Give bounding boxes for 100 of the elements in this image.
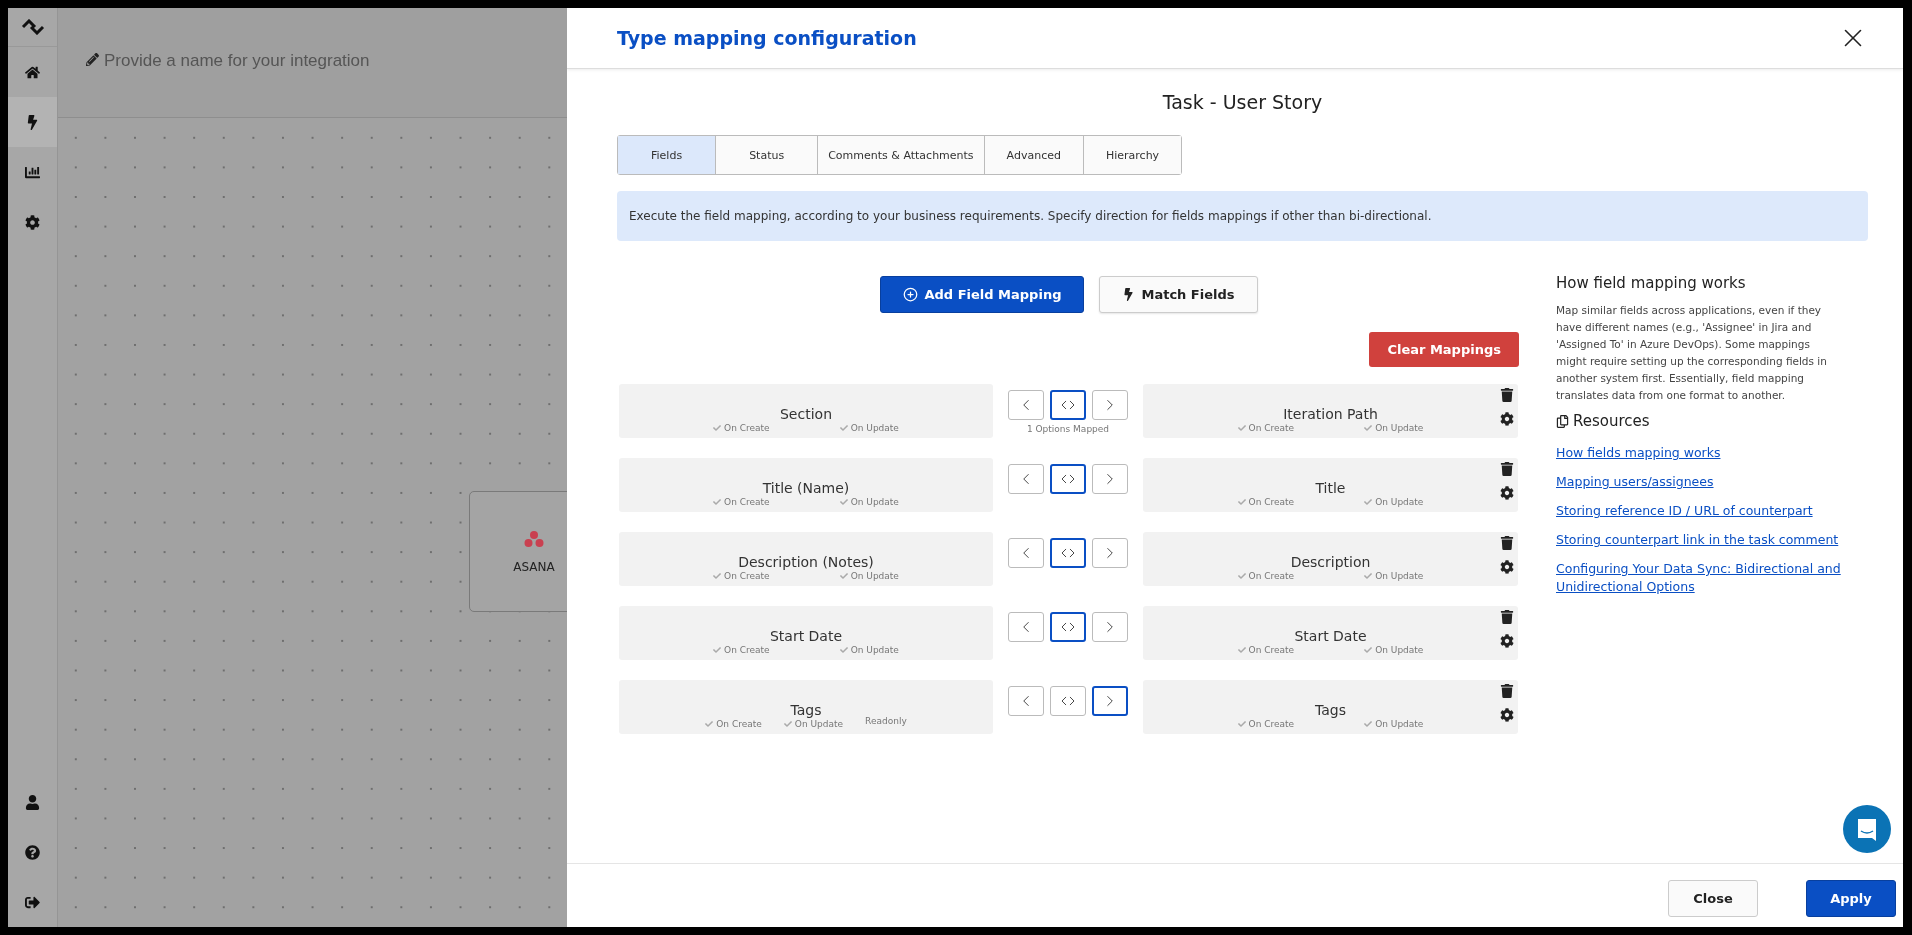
add-field-mapping-button[interactable]: Add Field Mapping (880, 276, 1085, 313)
resource-link[interactable]: How fields mapping works (1556, 444, 1859, 462)
tab[interactable]: Fields (618, 136, 717, 174)
delete-button[interactable] (1500, 610, 1514, 624)
delete-button[interactable] (1500, 462, 1514, 476)
dots-logo-icon (524, 529, 544, 548)
sidebar-item[interactable] (8, 97, 57, 147)
resource-link[interactable]: Storing reference ID / URL of counterpart (1556, 502, 1859, 520)
pencil-icon (86, 53, 99, 66)
tab[interactable]: Advanced (984, 136, 1084, 174)
field-name: Title (Name) (762, 480, 850, 496)
check-icon (783, 720, 792, 728)
check-icon (1237, 572, 1246, 580)
field-name: Tags (1315, 702, 1346, 718)
settings-button[interactable] (1500, 634, 1514, 648)
settings-icon (1500, 560, 1514, 574)
check-icon (1237, 720, 1246, 728)
settings-icon (1500, 634, 1514, 648)
delete-button[interactable] (1500, 388, 1514, 402)
check-icon (839, 572, 848, 580)
home-icon (25, 64, 40, 80)
readonly-label: Readonly (865, 716, 907, 728)
right-direction-button[interactable] (1092, 686, 1128, 716)
tab[interactable]: Comments & Attachments (818, 136, 985, 174)
settings-button[interactable] (1500, 560, 1514, 574)
close-button[interactable]: Close (1668, 880, 1758, 917)
sync-option: On Update (839, 423, 899, 433)
logout-icon (25, 894, 40, 910)
bidirectional-button[interactable] (1050, 612, 1086, 642)
bidirectional-button[interactable] (1050, 538, 1086, 568)
resource-link[interactable]: Storing counterpart link in the task comment (1556, 531, 1859, 549)
sync-option: On Create (713, 497, 770, 507)
field-name: Tags (790, 702, 822, 718)
check-icon (705, 720, 714, 728)
check-icon (839, 424, 848, 432)
check-icon (713, 498, 722, 506)
check-icon (1364, 646, 1373, 654)
info-banner: Execute the field mapping, according to your business requirements. Specify direction for fields mappings if other than bi-directional. (617, 191, 1868, 241)
chat-button[interactable] (1843, 805, 1891, 853)
app-node[interactable]: ASANA (469, 491, 567, 612)
mapped-count: 1 Options Mapped (1026, 424, 1110, 434)
sync-option: On Update (1364, 719, 1424, 729)
settings-icon (1500, 486, 1514, 500)
sync-option: On Create (705, 719, 762, 729)
bar-chart-icon (25, 164, 40, 180)
help-text: Map similar fields across applications, even if they have different names (e.g., 'Assignee' in Jira and 'Assigned To' in Azure DevOps). Some mappings might require setting up the corresponding fields in another system first. Essentially, field mapping translates data from one format to another. (1556, 303, 1828, 403)
help-title: How field mapping works (1556, 274, 1747, 292)
settings-icon (1500, 412, 1514, 426)
bidirectional-button[interactable] (1050, 464, 1086, 494)
sync-option: On Create (1237, 719, 1295, 729)
check-icon (1364, 572, 1373, 580)
delete-button[interactable] (1500, 684, 1514, 698)
trash-icon (1500, 684, 1514, 698)
trash-icon (1500, 610, 1514, 624)
check-icon (1237, 646, 1246, 654)
sync-option: On Create (1237, 571, 1295, 581)
check-icon (713, 572, 722, 580)
sync-option: On Update (1364, 571, 1424, 581)
settings-icon (1500, 708, 1514, 722)
lightning-icon (25, 114, 40, 130)
modal-subtitle: Task - User Story (1161, 91, 1324, 113)
field-name: Start Date (1294, 628, 1367, 644)
check-icon (713, 424, 722, 432)
settings-button[interactable] (1500, 708, 1514, 722)
plus-circle-icon (903, 287, 919, 302)
name-input[interactable]: Provide a name for your integration (104, 51, 504, 71)
resource-link[interactable]: Configuring Your Data Sync: Bidirectional and Unidirectional Options (1556, 560, 1859, 596)
trash-icon (1500, 388, 1514, 402)
sync-option: On Update (783, 719, 844, 729)
logo-icon (20, 19, 45, 35)
check-icon (1237, 424, 1246, 432)
field-name: Start Date (769, 628, 843, 644)
sync-option: On Update (839, 497, 899, 507)
field-name: Description (Notes) (738, 554, 874, 570)
tab[interactable]: Hierarchy (1083, 136, 1182, 174)
tab[interactable]: Status (716, 136, 819, 174)
check-icon (1364, 720, 1373, 728)
help-icon (25, 844, 40, 860)
trash-icon (1500, 536, 1514, 550)
bidirectional-button[interactable] (1050, 390, 1086, 420)
sync-option: On Create (1237, 423, 1295, 433)
copy-icon (1556, 414, 1569, 428)
clear-mappings-button[interactable]: Clear Mappings (1369, 332, 1519, 367)
sync-option: On Update (839, 645, 899, 655)
field-name: Description (1290, 554, 1371, 570)
sync-option: On Update (839, 571, 899, 581)
sync-option: On Update (1364, 423, 1424, 433)
sync-option: On Update (1364, 497, 1424, 507)
user-icon (25, 794, 40, 810)
check-icon (839, 646, 848, 654)
resource-link[interactable]: Mapping users/assignees (1556, 473, 1859, 491)
apply-button[interactable]: Apply (1806, 880, 1896, 917)
settings-button[interactable] (1500, 486, 1514, 500)
sync-option: On Create (1237, 497, 1295, 507)
sync-option: On Create (713, 645, 770, 655)
delete-button[interactable] (1500, 536, 1514, 550)
sync-option: On Create (713, 571, 770, 581)
settings-button[interactable] (1500, 412, 1514, 426)
node-label: ASANA (513, 559, 555, 574)
match-fields-button[interactable]: Match Fields (1099, 276, 1258, 313)
